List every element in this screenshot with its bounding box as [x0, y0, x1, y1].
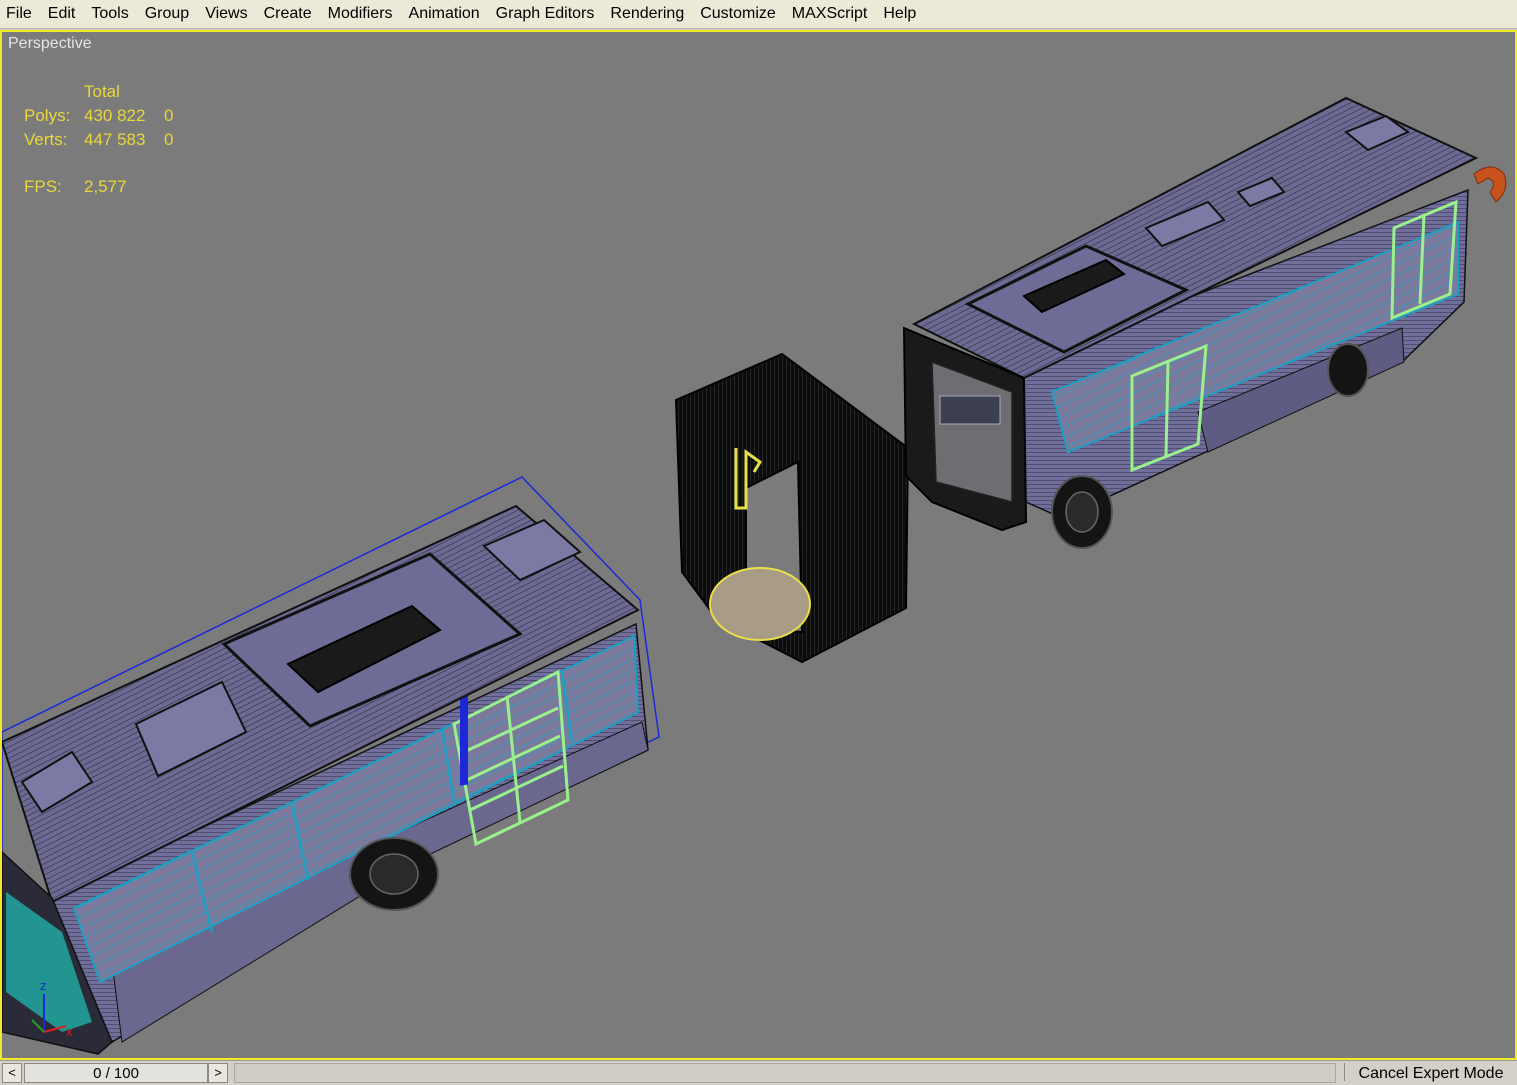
bus-rear-section[interactable] [902, 96, 1507, 549]
menu-graph-editors[interactable]: Graph Editors [488, 0, 603, 28]
viewport-label[interactable]: Perspective [8, 35, 92, 53]
axis-x-label: x [66, 1024, 73, 1039]
bus-rear-wheel-2 [1327, 343, 1369, 397]
verts-selected: 0 [164, 130, 174, 149]
bus-front-section[interactable] [2, 476, 660, 1055]
cancel-expert-mode-button[interactable]: Cancel Expert Mode [1344, 1063, 1517, 1082]
status-bar: < 0 / 100 > Cancel Expert Mode [0, 1060, 1517, 1083]
perspective-viewport[interactable]: z x Perspective Total Polys: 430 822 0 V… [0, 30, 1517, 1060]
timeline-track[interactable] [234, 1063, 1336, 1083]
wheel-hub-rear-1 [1065, 491, 1099, 533]
menu-tools[interactable]: Tools [83, 0, 136, 28]
polys-label: Polys: [24, 106, 71, 125]
axis-z-label: z [40, 978, 47, 993]
menu-group[interactable]: Group [137, 0, 197, 28]
menu-bar: File Edit Tools Group Views Create Modif… [0, 0, 1517, 29]
prev-frame-button[interactable]: < [2, 1063, 22, 1083]
verts-label: Verts: [24, 130, 68, 149]
menu-animation[interactable]: Animation [401, 0, 488, 28]
polys-total: 430 822 [84, 106, 146, 125]
polys-selected: 0 [164, 106, 174, 125]
menu-help[interactable]: Help [875, 0, 924, 28]
stats-header: Total [84, 82, 120, 101]
menu-customize[interactable]: Customize [692, 0, 784, 28]
verts-total: 447 583 [84, 130, 146, 149]
interior-dashboard [939, 395, 1001, 425]
time-slider[interactable]: 0 / 100 [24, 1063, 208, 1083]
turntable-floor [709, 567, 811, 641]
menu-modifiers[interactable]: Modifiers [320, 0, 401, 28]
mirror-handle [1473, 166, 1507, 203]
menu-maxscript[interactable]: MAXScript [784, 0, 876, 28]
wheel-hub [369, 853, 419, 895]
menu-rendering[interactable]: Rendering [602, 0, 692, 28]
fps-label: FPS: [24, 177, 62, 196]
viewport-scene[interactable]: z x [2, 32, 1515, 1058]
menu-views[interactable]: Views [197, 0, 255, 28]
menu-file[interactable]: File [0, 0, 40, 28]
menu-create[interactable]: Create [256, 0, 320, 28]
menu-edit[interactable]: Edit [40, 0, 84, 28]
next-frame-button[interactable]: > [208, 1063, 228, 1083]
articulation-joint[interactable] [674, 352, 910, 664]
fps-value: 2,577 [84, 177, 127, 196]
